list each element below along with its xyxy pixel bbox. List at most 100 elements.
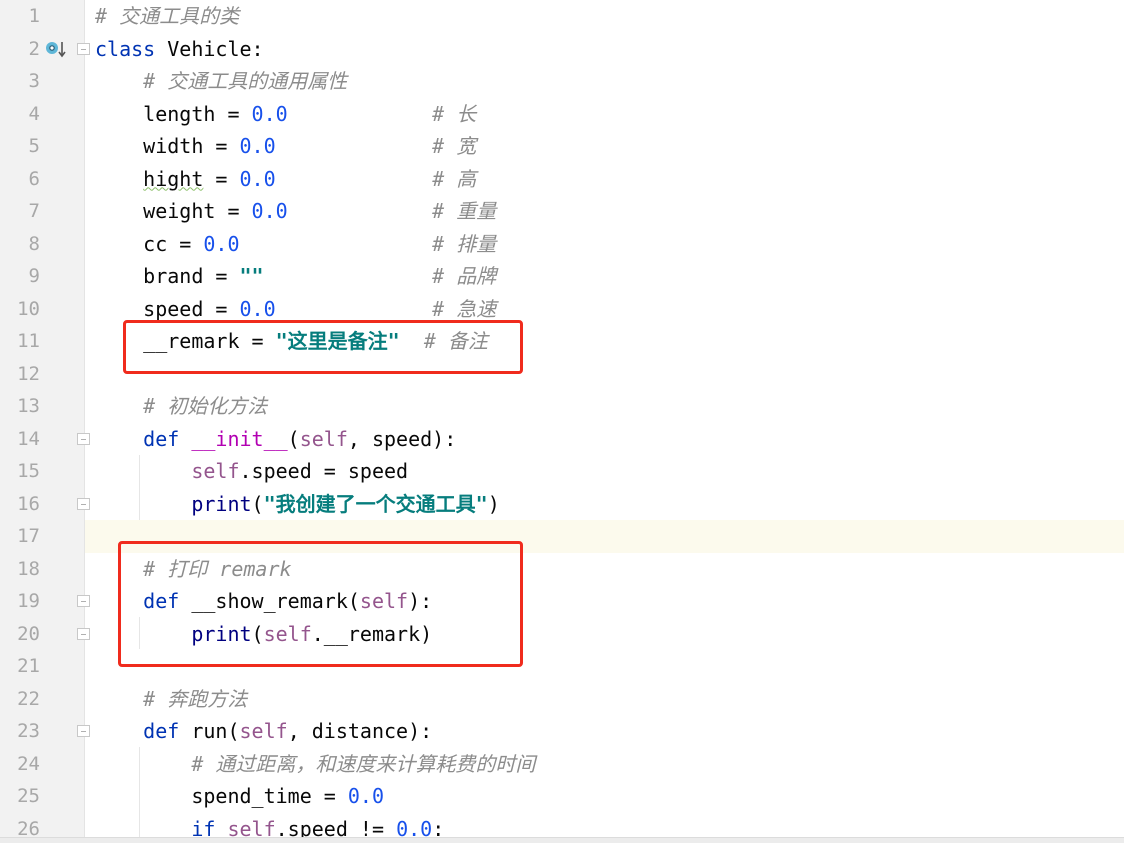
line-number: 4 [0, 98, 40, 131]
code-token: def [143, 427, 179, 451]
line-number: 15 [0, 455, 40, 488]
line-number: 14 [0, 423, 40, 456]
line-number: 3 [0, 65, 40, 98]
line-number: 25 [0, 780, 40, 813]
code-line[interactable]: cc = 0.0 # 排量 [85, 228, 1124, 261]
line-number: 7 [0, 195, 40, 228]
override-method-icon[interactable] [45, 40, 67, 58]
code-line[interactable]: hight = 0.0 # 高 [85, 163, 1124, 196]
line-number: 1 [0, 0, 40, 33]
code-token: ( [252, 492, 264, 516]
fold-collapse-icon[interactable] [77, 43, 90, 55]
code-comment: # 高 [432, 167, 476, 191]
code-token: 0.0 [240, 134, 276, 158]
code-token [288, 199, 433, 223]
code-line[interactable]: # 交通工具的通用属性 [85, 65, 1124, 98]
line-number: 17 [0, 520, 40, 553]
code-token [276, 134, 433, 158]
code-token: print [191, 492, 251, 516]
code-token: 0.0 [252, 102, 288, 126]
code-token [95, 167, 143, 191]
code-token: 0.0 [203, 232, 239, 256]
code-line[interactable]: # 初始化方法 [85, 390, 1124, 423]
code-token: length = [95, 102, 252, 126]
line-number: 8 [0, 228, 40, 261]
code-comment: # 排量 [432, 232, 496, 256]
line-number: 9 [0, 260, 40, 293]
code-token: 0.0 [348, 784, 384, 808]
line-number: 5 [0, 130, 40, 163]
line-number: 2 [0, 33, 40, 66]
code-line[interactable]: weight = 0.0 # 重量 [85, 195, 1124, 228]
line-number: 11 [0, 325, 40, 358]
code-token: .speed = speed [240, 459, 409, 483]
line-number: 19 [0, 585, 40, 618]
code-line[interactable]: # 交通工具的类 [85, 0, 1124, 33]
code-token [95, 394, 143, 418]
code-token [276, 167, 433, 191]
fold-end-icon[interactable] [77, 628, 90, 640]
code-line[interactable]: spend_time = 0.0 [85, 780, 1124, 813]
code-token: def [143, 719, 179, 743]
fold-collapse-icon[interactable] [77, 595, 90, 607]
code-token: 0.0 [240, 297, 276, 321]
code-token: spend_time = [95, 784, 348, 808]
code-token: = [203, 167, 239, 191]
code-token: width = [95, 134, 240, 158]
code-token [240, 232, 433, 256]
line-number: 16 [0, 488, 40, 521]
line-number: 23 [0, 715, 40, 748]
code-line[interactable]: width = 0.0 # 宽 [85, 130, 1124, 163]
code-token: cc = [95, 232, 203, 256]
line-number: 22 [0, 683, 40, 716]
code-comment: # 通过距离，和速度来计算耗费的时间 [191, 752, 535, 776]
code-token: ( [288, 427, 300, 451]
code-token [264, 264, 433, 288]
code-token: self [240, 719, 288, 743]
code-line[interactable]: brand = "" # 品牌 [85, 260, 1124, 293]
line-number: 20 [0, 618, 40, 651]
code-token [288, 102, 433, 126]
code-token [95, 687, 143, 711]
code-comment: # 重量 [432, 199, 496, 223]
code-comment: # 品牌 [432, 264, 496, 288]
code-line[interactable]: self.speed = speed [85, 455, 1124, 488]
line-number: 12 [0, 358, 40, 391]
code-token: __init__ [191, 427, 287, 451]
code-token: self [191, 459, 239, 483]
highlight-box-remark-attribute [123, 320, 523, 374]
indent-guide [139, 455, 140, 520]
code-token: brand = [95, 264, 240, 288]
indent-guide [139, 747, 140, 843]
code-line[interactable]: def run(self, distance): [85, 715, 1124, 748]
code-line[interactable]: class Vehicle: [85, 33, 1124, 66]
highlight-box-show-remark-method [118, 541, 523, 667]
code-line[interactable]: length = 0.0 # 长 [85, 98, 1124, 131]
code-token: "我创建了一个交通工具" [264, 492, 488, 516]
code-token: run( [179, 719, 239, 743]
horizontal-scrollbar[interactable] [0, 837, 1124, 843]
line-number-gutter: 1234567891011121314151617181920212223242… [0, 0, 85, 843]
fold-collapse-icon[interactable] [77, 725, 90, 737]
code-token [95, 427, 143, 451]
code-comment: # 交通工具的类 [95, 4, 239, 28]
code-line[interactable]: # 奔跑方法 [85, 683, 1124, 716]
fold-collapse-icon[interactable] [77, 433, 90, 445]
line-number: 10 [0, 293, 40, 326]
code-token [95, 459, 191, 483]
line-number: 24 [0, 748, 40, 781]
fold-end-icon[interactable] [77, 498, 90, 510]
code-comment: # 宽 [432, 134, 476, 158]
code-token: class [95, 37, 155, 61]
code-comment: # 初始化方法 [143, 394, 267, 418]
code-line[interactable]: # 通过距离，和速度来计算耗费的时间 [85, 748, 1124, 781]
code-line[interactable]: print("我创建了一个交通工具") [85, 488, 1124, 521]
code-token [95, 752, 191, 776]
code-token [95, 492, 191, 516]
code-token [179, 427, 191, 451]
line-number: 6 [0, 163, 40, 196]
code-token: weight = [95, 199, 252, 223]
code-line[interactable]: def __init__(self, speed): [85, 423, 1124, 456]
code-editor[interactable]: # 交通工具的类 class Vehicle: # 交通工具的通用属性 lengt… [85, 0, 1124, 843]
code-token: speed = [95, 297, 240, 321]
